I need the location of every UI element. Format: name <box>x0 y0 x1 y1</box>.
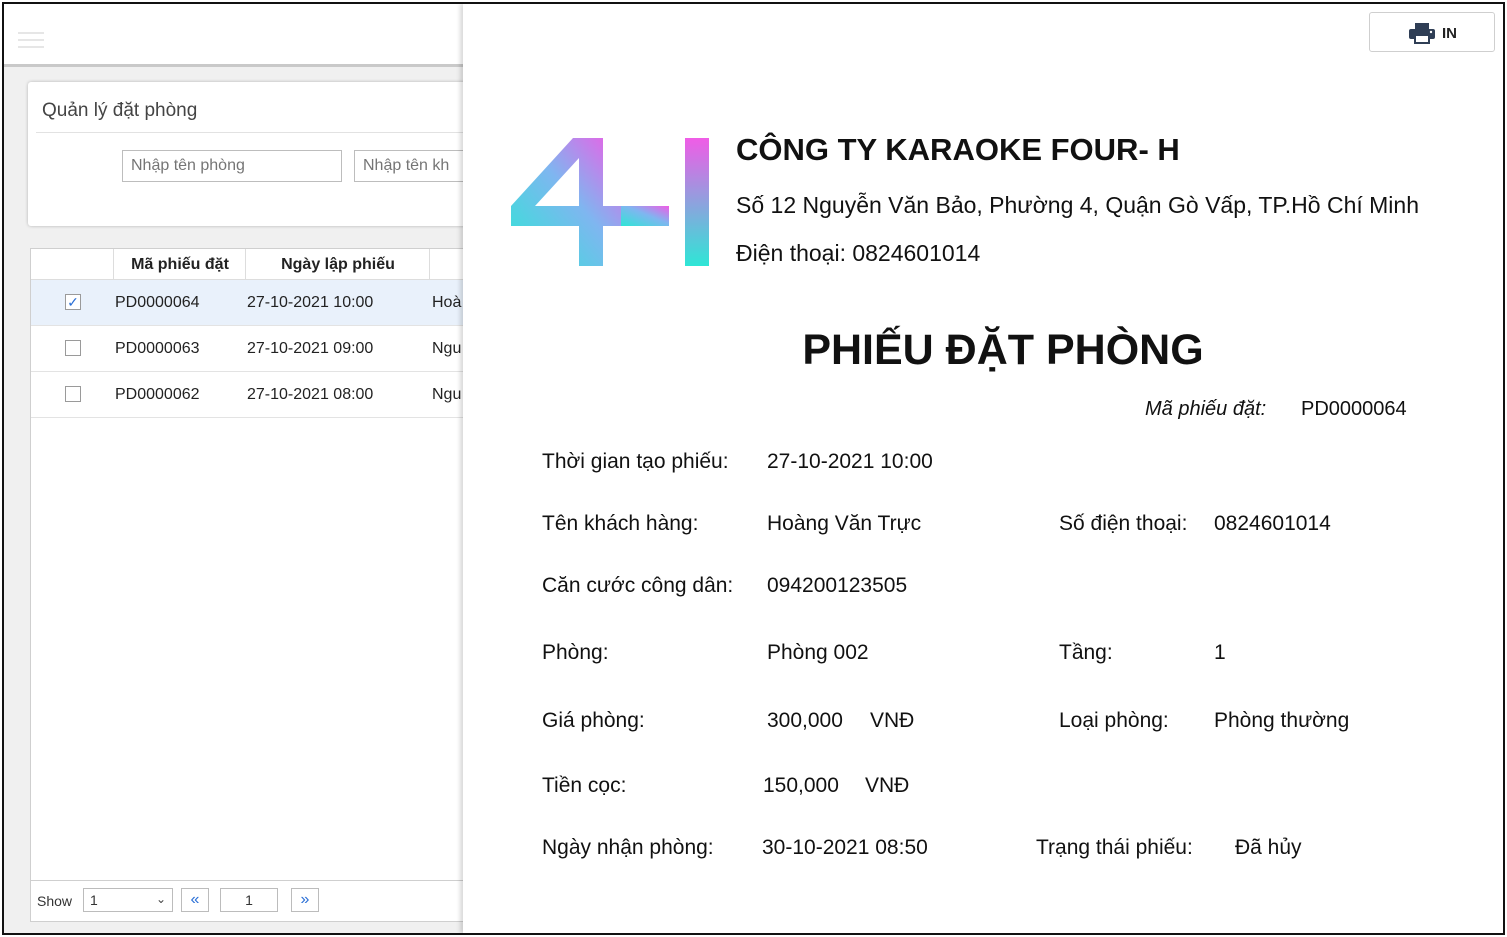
column-header-date[interactable]: Ngày lập phiếu <box>245 249 430 279</box>
print-button[interactable]: IN <box>1369 12 1495 52</box>
row-checkbox[interactable]: ✓ <box>65 294 81 310</box>
table-row[interactable]: PD0000063 27-10-2021 09:00 Ngu <box>31 326 471 372</box>
floor-label: Tầng: <box>1059 641 1113 664</box>
created-time-label: Thời gian tạo phiếu: <box>542 450 729 473</box>
chevron-down-icon: ⌄ <box>155 892 166 906</box>
status-label: Trạng thái phiếu: <box>1036 836 1193 859</box>
top-bar <box>4 4 464 67</box>
room-search-input[interactable] <box>122 150 342 182</box>
room-price-label: Giá phòng: <box>542 709 645 732</box>
document-title: PHIẾU ĐẶT PHÒNG <box>802 326 1204 374</box>
company-address: Số 12 Nguyễn Văn Bảo, Phường 4, Quận Gò … <box>736 192 1419 218</box>
booking-code-value: PD0000064 <box>1301 398 1407 420</box>
customer-name-value: Hoàng Văn Trực <box>767 512 922 535</box>
booking-table: Mã phiếu đặt Ngày lập phiếu ✓ PD0000064 … <box>30 248 472 922</box>
print-label: IN <box>1442 25 1457 42</box>
row-date: 27-10-2021 08:00 <box>247 386 374 403</box>
booking-code-label: Mã phiếu đặt: <box>1145 398 1267 420</box>
room-type-label: Loại phòng: <box>1059 709 1169 732</box>
company-name: CÔNG TY KARAOKE FOUR- H <box>736 132 1180 167</box>
app-window: Quản lý đặt phòng Mã phiếu đặt Ngày lập … <box>2 2 1505 935</box>
table-row[interactable]: PD0000062 27-10-2021 08:00 Ngu <box>31 372 471 418</box>
row-code: PD0000064 <box>115 294 200 311</box>
row-code: PD0000063 <box>115 340 200 357</box>
room-type-value: Phòng thường <box>1214 709 1350 732</box>
page-size-value: 1 <box>90 892 98 908</box>
room-price-value: 300,000 <box>767 709 843 732</box>
floor-value: 1 <box>1214 641 1226 664</box>
created-time-value: 27-10-2021 10:00 <box>767 450 933 473</box>
pagination-bar: Show 1 ⌄ « 1 » <box>31 880 471 921</box>
show-label: Show <box>37 893 73 909</box>
next-page-button[interactable]: » <box>291 888 319 912</box>
checkin-date-label: Ngày nhận phòng: <box>542 836 714 859</box>
row-code: PD0000062 <box>115 386 200 403</box>
row-checkbox[interactable] <box>65 386 81 402</box>
search-panel: Quản lý đặt phòng <box>28 82 484 226</box>
deposit-label: Tiền cọc: <box>542 774 627 797</box>
room-value: Phòng 002 <box>767 641 869 664</box>
company-logo <box>511 138 709 266</box>
row-date: 27-10-2021 10:00 <box>247 294 374 311</box>
menu-icon[interactable] <box>18 32 44 50</box>
prev-page-button[interactable]: « <box>181 888 209 912</box>
table-row[interactable]: ✓ PD0000064 27-10-2021 10:00 Hoà <box>31 280 471 326</box>
phone-value: 0824601014 <box>1214 512 1331 535</box>
divider <box>36 132 468 133</box>
citizen-id-value: 094200123505 <box>767 574 908 597</box>
customer-name-label: Tên khách hàng: <box>542 512 699 535</box>
status-value: Đã hủy <box>1235 836 1302 859</box>
booking-slip-panel: IN CÔNG TY KARAOKE FOUR- H Số 12 Nguyễn … <box>463 4 1503 933</box>
row-checkbox[interactable] <box>65 340 81 356</box>
column-header-code[interactable]: Mã phiếu đặt <box>113 249 246 279</box>
printer-icon <box>1409 23 1435 44</box>
room-label: Phòng: <box>542 641 609 664</box>
row-date: 27-10-2021 09:00 <box>247 340 374 357</box>
room-price-unit: VNĐ <box>870 709 915 732</box>
company-phone: Điện thoại: 0824601014 <box>736 240 981 266</box>
page-size-select[interactable]: 1 ⌄ <box>83 888 173 912</box>
current-page-input[interactable]: 1 <box>220 888 278 912</box>
deposit-value: 150,000 <box>763 774 839 797</box>
section-title: Quản lý đặt phòng <box>42 100 198 121</box>
table-header: Mã phiếu đặt Ngày lập phiếu <box>31 249 471 280</box>
citizen-id-label: Căn cước công dân: <box>542 574 734 597</box>
phone-label: Số điện thoại: <box>1059 512 1188 535</box>
checkin-date-value: 30-10-2021 08:50 <box>762 836 928 859</box>
deposit-unit: VNĐ <box>865 774 910 797</box>
